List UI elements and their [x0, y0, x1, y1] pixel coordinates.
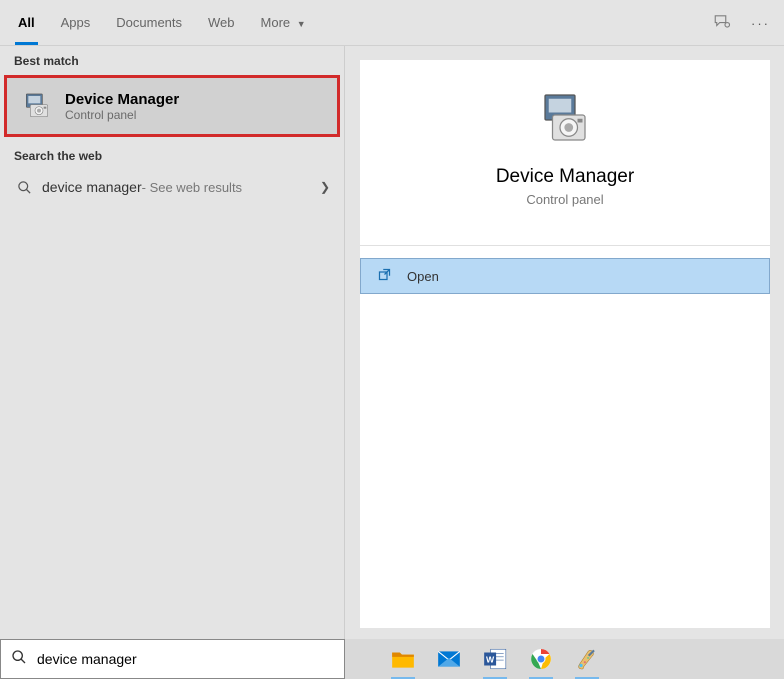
tab-apps[interactable]: Apps	[59, 3, 93, 43]
chevron-right-icon: ❯	[320, 180, 330, 194]
taskbar-file-explorer[interactable]	[387, 643, 419, 675]
chevron-down-icon: ▼	[297, 19, 306, 29]
detail-subtitle: Control panel	[360, 192, 770, 207]
open-label: Open	[407, 269, 439, 284]
tab-more-label: More	[261, 15, 291, 30]
feedback-icon[interactable]	[713, 12, 731, 35]
web-result-query: device manager	[42, 179, 142, 195]
search-web-header: Search the web	[0, 141, 344, 169]
svg-text:W: W	[486, 654, 495, 664]
open-action[interactable]: Open	[360, 258, 770, 294]
best-match-result[interactable]: Device Manager Control panel	[4, 75, 340, 137]
tab-web[interactable]: Web	[206, 3, 237, 43]
web-result[interactable]: device manager - See web results ❯	[0, 169, 344, 205]
search-icon	[11, 649, 27, 670]
tab-all[interactable]: All	[16, 3, 37, 43]
best-match-title: Device Manager	[65, 91, 179, 108]
taskbar-word[interactable]: W	[479, 643, 511, 675]
search-bar	[0, 639, 345, 679]
detail-title: Device Manager	[360, 166, 770, 188]
taskbar-paint[interactable]	[571, 643, 603, 675]
search-tabs-bar: All Apps Documents Web More ▼ ···	[0, 0, 784, 46]
detail-pane: Device Manager Control panel Open	[346, 46, 784, 639]
tab-more[interactable]: More ▼	[259, 3, 308, 43]
tab-documents[interactable]: Documents	[114, 3, 184, 43]
taskbar-chrome[interactable]	[525, 643, 557, 675]
search-icon	[14, 180, 34, 195]
taskbar: W	[345, 639, 784, 679]
device-manager-icon	[19, 88, 55, 124]
more-options-icon[interactable]: ···	[751, 16, 770, 31]
best-match-subtitle: Control panel	[65, 108, 179, 122]
results-pane: Best match Device Manager Control panel …	[0, 46, 345, 639]
open-icon	[377, 267, 397, 285]
taskbar-mail[interactable]	[433, 643, 465, 675]
detail-card: Device Manager Control panel	[360, 60, 770, 225]
web-result-suffix: - See web results	[142, 180, 242, 195]
device-manager-large-icon	[360, 90, 770, 150]
search-input[interactable]	[37, 651, 334, 667]
best-match-header: Best match	[0, 46, 344, 74]
